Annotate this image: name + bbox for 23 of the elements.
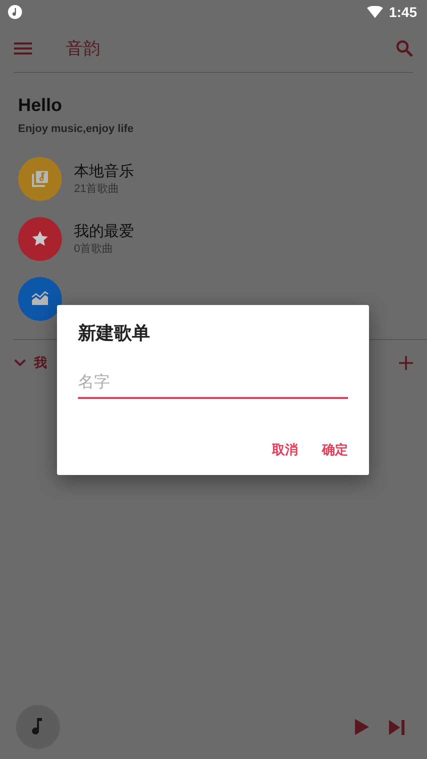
play-button[interactable] bbox=[355, 719, 369, 735]
chevron-icon[interactable] bbox=[14, 359, 26, 367]
search-button[interactable] bbox=[396, 40, 413, 56]
cancel-button[interactable]: 取消 bbox=[264, 435, 306, 465]
favorite-avatar-icon[interactable] bbox=[18, 217, 62, 261]
section-label[interactable]: 我 bbox=[34, 354, 47, 372]
music-notification-icon bbox=[8, 5, 22, 19]
next-button[interactable] bbox=[389, 720, 405, 734]
menu-button[interactable] bbox=[14, 42, 32, 54]
song-count: 21首歌曲 bbox=[74, 182, 120, 196]
local-avatar-icon[interactable] bbox=[18, 157, 62, 201]
chart-avatar-icon[interactable] bbox=[18, 277, 62, 321]
add-button[interactable] bbox=[399, 356, 413, 370]
library-item-title[interactable]: 我的最爱 bbox=[74, 222, 134, 241]
song-count: 0首歌曲 bbox=[74, 242, 114, 256]
tagline: Enjoy music,enjoy life bbox=[18, 123, 135, 135]
dialog-title: 新建歌单 bbox=[78, 322, 151, 344]
greeting: Hello bbox=[18, 94, 64, 117]
confirm-button[interactable]: 确定 bbox=[314, 435, 356, 465]
wifi-icon bbox=[366, 6, 383, 18]
library-item-title[interactable]: 本地音乐 bbox=[74, 162, 134, 181]
app-title: 音韵 bbox=[66, 38, 100, 60]
clock: 1:45 bbox=[388, 4, 417, 20]
